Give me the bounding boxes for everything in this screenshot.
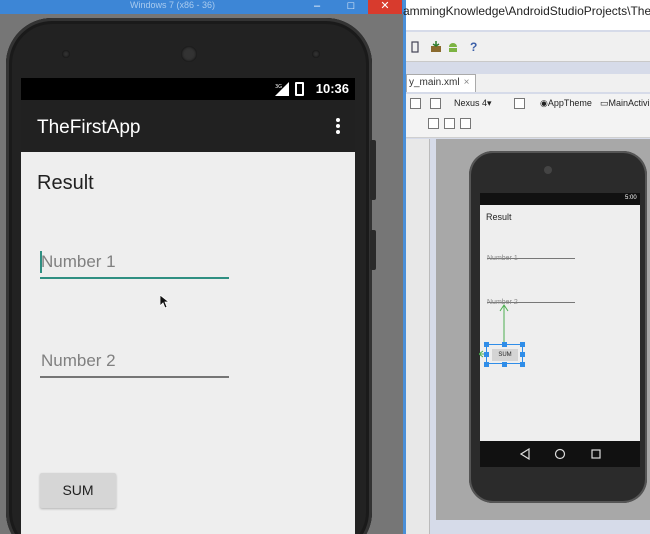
minimize-button[interactable]: – — [300, 0, 334, 14]
number2-placeholder: Number 2 — [41, 351, 116, 370]
status-time: 10:36 — [315, 81, 349, 96]
preview-sum-label: SUM — [492, 349, 518, 361]
resize-handle[interactable] — [502, 342, 507, 347]
power-button[interactable] — [370, 230, 376, 270]
canvas-gutter — [406, 139, 430, 534]
preview-number1-hint: Number 1 — [487, 255, 518, 262]
orientation-icon[interactable] — [430, 98, 441, 109]
preview-number1-field[interactable]: Number 1 — [487, 247, 575, 262]
close-button[interactable]: ✕ — [368, 0, 402, 14]
number1-placeholder: Number 1 — [41, 252, 116, 271]
resize-handle[interactable] — [520, 352, 525, 357]
sensor-icon — [62, 50, 70, 58]
studio-toolbar: ? — [406, 32, 650, 62]
palette-icon[interactable] — [410, 98, 421, 109]
svg-text:3G: 3G — [275, 84, 282, 90]
preview-camera-icon — [544, 166, 552, 174]
resize-handle[interactable] — [520, 362, 525, 367]
zoom-options-icon[interactable] — [460, 118, 471, 129]
preview-status-time: 5:00 — [625, 195, 637, 201]
app-bar: TheFirstApp — [21, 100, 355, 152]
resize-handle[interactable] — [484, 362, 489, 367]
sdk-manager-icon[interactable] — [430, 41, 442, 53]
status-bar: 3G 10:36 — [21, 78, 355, 100]
emulator-window-title: Windows 7 (x86 - 36) — [130, 0, 216, 10]
number2-underline — [40, 376, 229, 378]
back-icon[interactable] — [520, 448, 530, 460]
preview-nav-bar — [480, 441, 640, 467]
android-icon[interactable] — [447, 41, 459, 53]
number1-underline — [40, 277, 229, 279]
layout-config-bar: Nexus 4▾ ◉AppTheme ▭MainActivi — [406, 94, 650, 138]
rotate-icon[interactable] — [514, 98, 525, 109]
recents-icon[interactable] — [590, 448, 602, 460]
resize-handle[interactable] — [484, 352, 489, 357]
tab-close-icon[interactable]: × — [464, 77, 470, 88]
result-label: Result — [37, 172, 94, 194]
device-dropdown[interactable]: Nexus 4▾ — [454, 98, 492, 109]
number1-input[interactable]: Number 1 — [40, 245, 229, 279]
zoom-fit-icon[interactable] — [428, 118, 439, 129]
preview-status-bar — [480, 193, 640, 205]
battery-icon — [295, 82, 304, 96]
front-camera-icon — [181, 46, 197, 62]
canvas-bottom-edge — [430, 520, 650, 534]
preview-result-label[interactable]: Result — [486, 212, 512, 222]
resize-handle[interactable] — [484, 342, 489, 347]
signal-icon: 3G — [275, 82, 289, 96]
editor-tabs: y_main.xml × — [406, 74, 650, 92]
resize-handle[interactable] — [520, 342, 525, 347]
mouse-cursor-icon — [160, 295, 170, 309]
app-title: TheFirstApp — [37, 117, 141, 138]
help-icon[interactable]: ? — [470, 40, 482, 54]
resize-handle[interactable] — [502, 362, 507, 367]
theme-dropdown[interactable]: ◉AppTheme — [540, 98, 592, 109]
sum-button[interactable]: SUM — [40, 473, 116, 508]
zoom-actual-icon[interactable] — [444, 118, 455, 129]
number2-input[interactable]: Number 2 — [40, 344, 229, 378]
emulator-titlebar[interactable]: Windows 7 (x86 - 36) – □ ✕ — [0, 0, 403, 14]
tab-activity-main-xml[interactable]: y_main.xml × — [406, 74, 477, 92]
project-path: ammingKnowledge\AndroidStudioProjects\Th… — [403, 4, 650, 18]
overflow-menu-icon[interactable] — [335, 118, 341, 134]
volume-button[interactable] — [370, 140, 376, 200]
emulator-screen: 3G 10:36 TheFirstApp Result Number 1 Num… — [21, 78, 355, 534]
home-icon[interactable] — [554, 448, 566, 460]
maximize-button[interactable]: □ — [334, 0, 368, 14]
sensor-icon — [312, 50, 320, 58]
studio-titlebar: ammingKnowledge\AndroidStudioProjects\Th… — [403, 0, 650, 30]
device-icon[interactable] — [409, 41, 421, 53]
preview-sum-button[interactable]: SUM — [486, 344, 523, 364]
activity-dropdown[interactable]: ▭MainActivi — [600, 98, 650, 109]
tab-label: y_main.xml — [409, 77, 460, 88]
